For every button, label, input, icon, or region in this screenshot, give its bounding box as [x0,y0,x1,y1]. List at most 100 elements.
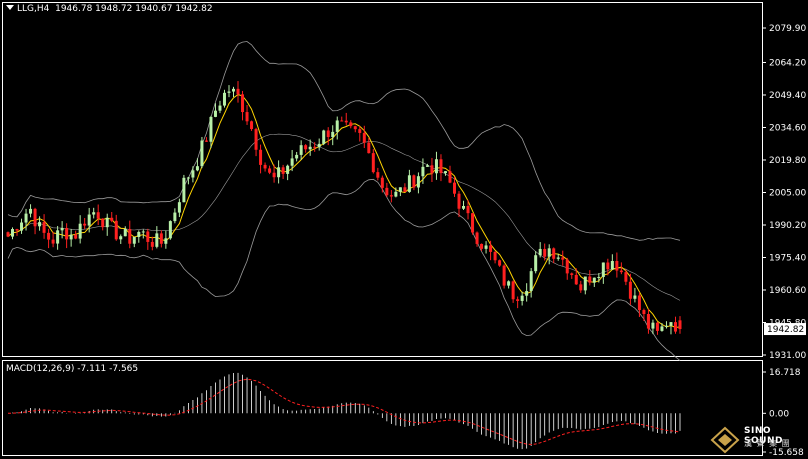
candle-body [493,251,497,261]
candle-body [344,120,348,123]
price-tick-label: 2019.80 [769,156,806,166]
candle-body [92,212,96,215]
chart-header: LLG,H4 1946.78 1948.72 1940.67 1942.82 [6,4,213,14]
candle-body [610,260,614,270]
candle-body [259,149,263,165]
ma-fast [7,94,681,328]
macd-tick-label: 0.00 [769,409,789,419]
bollinger-middle [7,133,681,301]
candle-body [272,172,276,178]
candle-body [313,146,317,148]
candle-body [511,281,515,300]
candle-body [534,255,538,272]
candle-body [15,229,19,231]
candle-body [227,91,231,93]
candle-body [430,165,434,174]
candle-body [11,229,15,237]
candle-body [110,217,114,221]
candle-body [552,248,556,259]
candle-body [543,248,547,257]
candle-body [295,154,299,159]
candle-body [204,140,208,142]
candle-body [443,171,447,174]
candle-body [385,187,389,196]
candle-body [376,172,380,178]
price-tick-label: 1990.20 [769,221,806,231]
candle-body [507,281,511,286]
candle-body [489,245,493,252]
candle-body [6,232,10,237]
candle-body [20,222,24,231]
candle-body [87,214,91,226]
candle-body [56,230,60,244]
candle-body [520,295,524,301]
candlesticks [6,81,682,335]
candle-body [556,257,560,259]
macd-panel-frame [2,360,763,456]
chart-canvas[interactable]: 2079.90 2064.20 2049.40 2034.60 2019.80 2005.… [0,0,808,459]
candle-body [448,171,452,183]
candle-body [38,222,42,227]
candle-body [466,205,470,214]
candle-body [452,182,456,194]
bollinger-upper [7,41,681,241]
candle-body [660,326,664,331]
candle-body [299,145,303,155]
candle-body [65,228,69,240]
candle-body [132,236,136,244]
candle-body [416,176,420,188]
bollinger-bands [7,41,681,361]
candle-body [263,164,267,169]
candle-body [353,126,357,130]
candle-body [646,314,650,329]
macd-values: -7.111 -7.565 [77,364,139,374]
candle-body [678,320,682,330]
candle-body [380,177,384,188]
logo-emblem-icon [710,426,740,454]
candle-body [502,265,506,286]
candle-body [407,175,411,192]
price-tick-label: 2064.20 [769,58,806,68]
candle-body [389,195,393,197]
price-axis: 2079.90 2064.20 2049.40 2034.60 2019.80 2005.… [762,24,806,361]
ohlc-values: 1946.78 1948.72 1940.67 1942.82 [55,4,213,14]
candle-body [218,105,222,111]
macd-indicator [7,372,681,450]
candle-body [281,167,285,174]
candle-body [480,243,484,249]
candle-body [331,131,335,138]
current-price-label: 1942.82 [767,325,804,335]
candle-body [421,166,425,177]
candle-body [425,165,429,167]
dropdown-triangle-icon[interactable] [6,5,14,10]
candle-body [579,284,583,291]
candle-body [403,187,407,192]
candle-body [195,166,199,171]
candle-body [367,142,371,154]
candle-body [105,217,109,228]
candle-body [290,158,294,166]
candle-body [349,122,353,127]
candle-body [398,187,402,192]
candle-body [583,276,587,291]
candle-body [619,270,623,273]
price-tick-label: 2079.90 [769,24,806,34]
candle-body [615,260,619,271]
candle-body [241,94,245,113]
candle-body [159,233,163,244]
candle-body [42,222,46,233]
candle-body [250,121,254,130]
candle-body [628,281,632,299]
candle-body [101,218,105,228]
candle-body [123,229,127,237]
candle-body [637,295,641,311]
candle-body [335,120,339,132]
candle-body [516,299,520,301]
candle-body [78,223,82,239]
candle-body [561,257,565,260]
candle-body [673,322,677,332]
candle-body [268,168,272,173]
candle-body [146,231,150,242]
candle-body [51,239,55,244]
candle-body [155,233,159,247]
